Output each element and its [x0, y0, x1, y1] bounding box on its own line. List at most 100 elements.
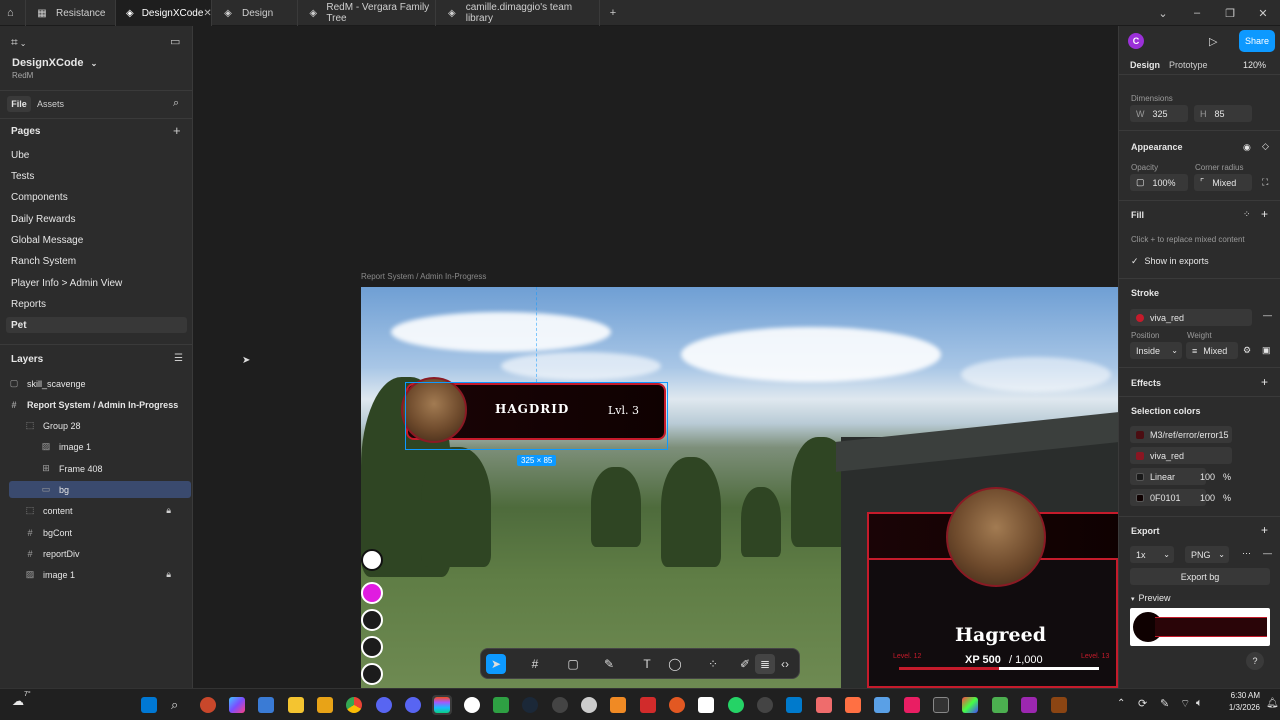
corner-radius-input[interactable]: ⌜ Mixed — [1194, 174, 1252, 191]
steam-icon[interactable] — [522, 697, 538, 713]
tab-redm-family-tree[interactable]: ◈ RedM - Vergara Family Tree — [298, 0, 436, 26]
weather-widget[interactable]: ☁ 7° — [12, 691, 31, 708]
lock-icon[interactable]: 🔒︎ — [166, 569, 171, 580]
blend-icon[interactable]: ◇ — [1262, 141, 1269, 152]
shape-tool[interactable]: ▢ — [563, 654, 583, 674]
export-scale-select[interactable]: 1x ⌄ — [1130, 546, 1174, 563]
page-item[interactable]: Daily Rewards — [11, 214, 75, 225]
app-icon[interactable] — [816, 697, 832, 713]
frame-label[interactable]: Report System / Admin In-Progress — [361, 272, 486, 281]
move-tool[interactable]: ➤ — [486, 654, 506, 674]
tab-resistance[interactable]: ▦ Resistance — [26, 0, 116, 26]
photos-icon[interactable] — [258, 697, 274, 713]
page-item[interactable]: Player Info > Admin View — [11, 278, 122, 289]
toggle-sidebar-button[interactable]: ▭ — [170, 35, 180, 48]
add-export-button[interactable]: + — [1261, 523, 1268, 537]
page-item[interactable]: Ranch System — [11, 256, 76, 267]
stroke-settings-icon[interactable]: ⚙︎ — [1243, 345, 1251, 356]
minimize-button[interactable]: – — [1180, 0, 1214, 26]
discord-icon[interactable] — [376, 697, 392, 713]
discord-icon[interactable] — [405, 697, 421, 713]
tab-prototype[interactable]: Prototype — [1169, 60, 1208, 70]
draw-tool[interactable]: ✐ — [735, 654, 755, 674]
page-item[interactable]: Global Message — [11, 235, 83, 246]
vscode-icon[interactable] — [786, 697, 802, 713]
report-frame[interactable]: HAGDRID Lvl. 3 325 × 85 Hagreed XP 500 /… — [361, 287, 1118, 688]
app-icon[interactable] — [493, 697, 509, 713]
clock-date[interactable]: 1/3/2026 — [1212, 703, 1260, 712]
lock-icon[interactable]: 🔒︎ — [166, 505, 171, 516]
styles-icon[interactable]: ⁘ — [1243, 209, 1251, 220]
tab-file[interactable]: File — [7, 96, 31, 112]
notifications-icon[interactable]: 🔔︎ — [1266, 698, 1279, 709]
layer-row[interactable]: # reportDiv — [9, 545, 191, 562]
tray-icon[interactable]: ⟳ — [1138, 697, 1147, 710]
app-icon[interactable] — [904, 697, 920, 713]
app-icon[interactable] — [581, 697, 597, 713]
avatar[interactable]: C — [1128, 33, 1144, 49]
clock-time[interactable]: 6:30 AM — [1212, 691, 1260, 700]
color-opacity[interactable]: 100 — [1200, 493, 1215, 503]
chrome-icon[interactable] — [346, 697, 362, 713]
layer-row[interactable]: ▢ skill_scavenge — [9, 375, 191, 392]
actions-tool[interactable]: ⁘ — [703, 654, 723, 674]
close-icon[interactable]: ✕ — [203, 8, 211, 19]
page-item[interactable]: Tests — [11, 171, 34, 182]
app-icon[interactable] — [992, 697, 1008, 713]
terminal-icon[interactable] — [933, 697, 949, 713]
close-window-button[interactable]: ✕ — [1246, 0, 1280, 26]
pen-tool[interactable]: ✎ — [599, 654, 619, 674]
selection-color-row[interactable]: 0F0101 — [1130, 489, 1206, 506]
layer-row[interactable]: ⬚ Group 28 — [9, 417, 191, 434]
selection-color-row[interactable]: Linear — [1130, 468, 1206, 485]
stroke-color-input[interactable]: viva_red — [1130, 309, 1252, 326]
figma-icon[interactable] — [434, 697, 450, 713]
maximize-button[interactable]: ❐ — [1213, 0, 1247, 26]
export-format-select[interactable]: PNG ⌄ — [1185, 546, 1229, 563]
selection-color-row[interactable]: M3/ref/error/error15 — [1130, 426, 1232, 443]
add-effect-button[interactable]: + — [1261, 375, 1268, 389]
stroke-sides-icon[interactable]: ▣ — [1262, 345, 1271, 356]
tab-design[interactable]: ◈ Design — [212, 0, 298, 26]
layer-row[interactable]: ▨ image 1 — [9, 438, 191, 455]
app-icon[interactable] — [1051, 697, 1067, 713]
new-tab-button[interactable]: + — [596, 0, 630, 26]
app-icon[interactable] — [610, 697, 626, 713]
page-item[interactable]: Reports — [11, 299, 46, 310]
app-icon[interactable] — [317, 697, 333, 713]
app-icon[interactable] — [874, 697, 890, 713]
folder-icon[interactable] — [288, 697, 304, 713]
independent-corners-icon[interactable]: ⛶ — [1262, 177, 1268, 188]
layer-row-selected[interactable]: ▭ bg — [9, 481, 191, 498]
app-icon[interactable] — [552, 697, 568, 713]
collapse-layers-icon[interactable]: ☰ — [174, 353, 183, 364]
layer-row[interactable]: ▨ image 1 🔒︎ — [9, 566, 191, 583]
search-icon[interactable]: ⌕ — [171, 697, 187, 713]
page-item-active[interactable]: Pet — [11, 320, 27, 331]
tray-overflow-icon[interactable]: ⌃ — [1117, 698, 1125, 709]
main-menu-button[interactable]: ⌗ ⌄ — [11, 35, 26, 50]
zoom-level[interactable]: 120% — [1243, 60, 1266, 70]
text-tool[interactable]: T — [637, 654, 657, 674]
app-icon[interactable] — [962, 697, 978, 713]
code-tool[interactable]: ‹› — [775, 654, 795, 674]
page-item[interactable]: Ube — [11, 150, 29, 161]
canvas[interactable]: ➤ Report System / Admin In-Progress HAGD… — [194, 26, 1118, 688]
color-opacity[interactable]: 100 — [1200, 472, 1215, 482]
app-icon[interactable] — [669, 697, 685, 713]
volume-icon[interactable]: 🔈︎ — [1196, 697, 1203, 710]
present-button[interactable]: ▷ — [1209, 35, 1217, 48]
height-input[interactable]: H 85 — [1194, 105, 1252, 122]
app-icon[interactable] — [200, 697, 216, 713]
visibility-icon[interactable]: ◉ — [1243, 142, 1251, 153]
comment-tool[interactable]: ◯ — [665, 654, 685, 674]
tabs-dropdown-button[interactable]: ⌄ — [1146, 0, 1180, 26]
layer-row[interactable]: # bgCont — [9, 524, 191, 541]
file-name[interactable]: DesignXCode ⌄ — [12, 57, 97, 69]
notion-icon[interactable] — [698, 697, 714, 713]
add-page-button[interactable]: + — [173, 123, 181, 138]
stroke-position-select[interactable]: Inside ⌄ — [1130, 342, 1182, 359]
layer-row[interactable]: ⬚ content 🔒︎ — [9, 502, 191, 519]
app-icon[interactable] — [1021, 697, 1037, 713]
export-button[interactable]: Export bg — [1130, 568, 1270, 585]
